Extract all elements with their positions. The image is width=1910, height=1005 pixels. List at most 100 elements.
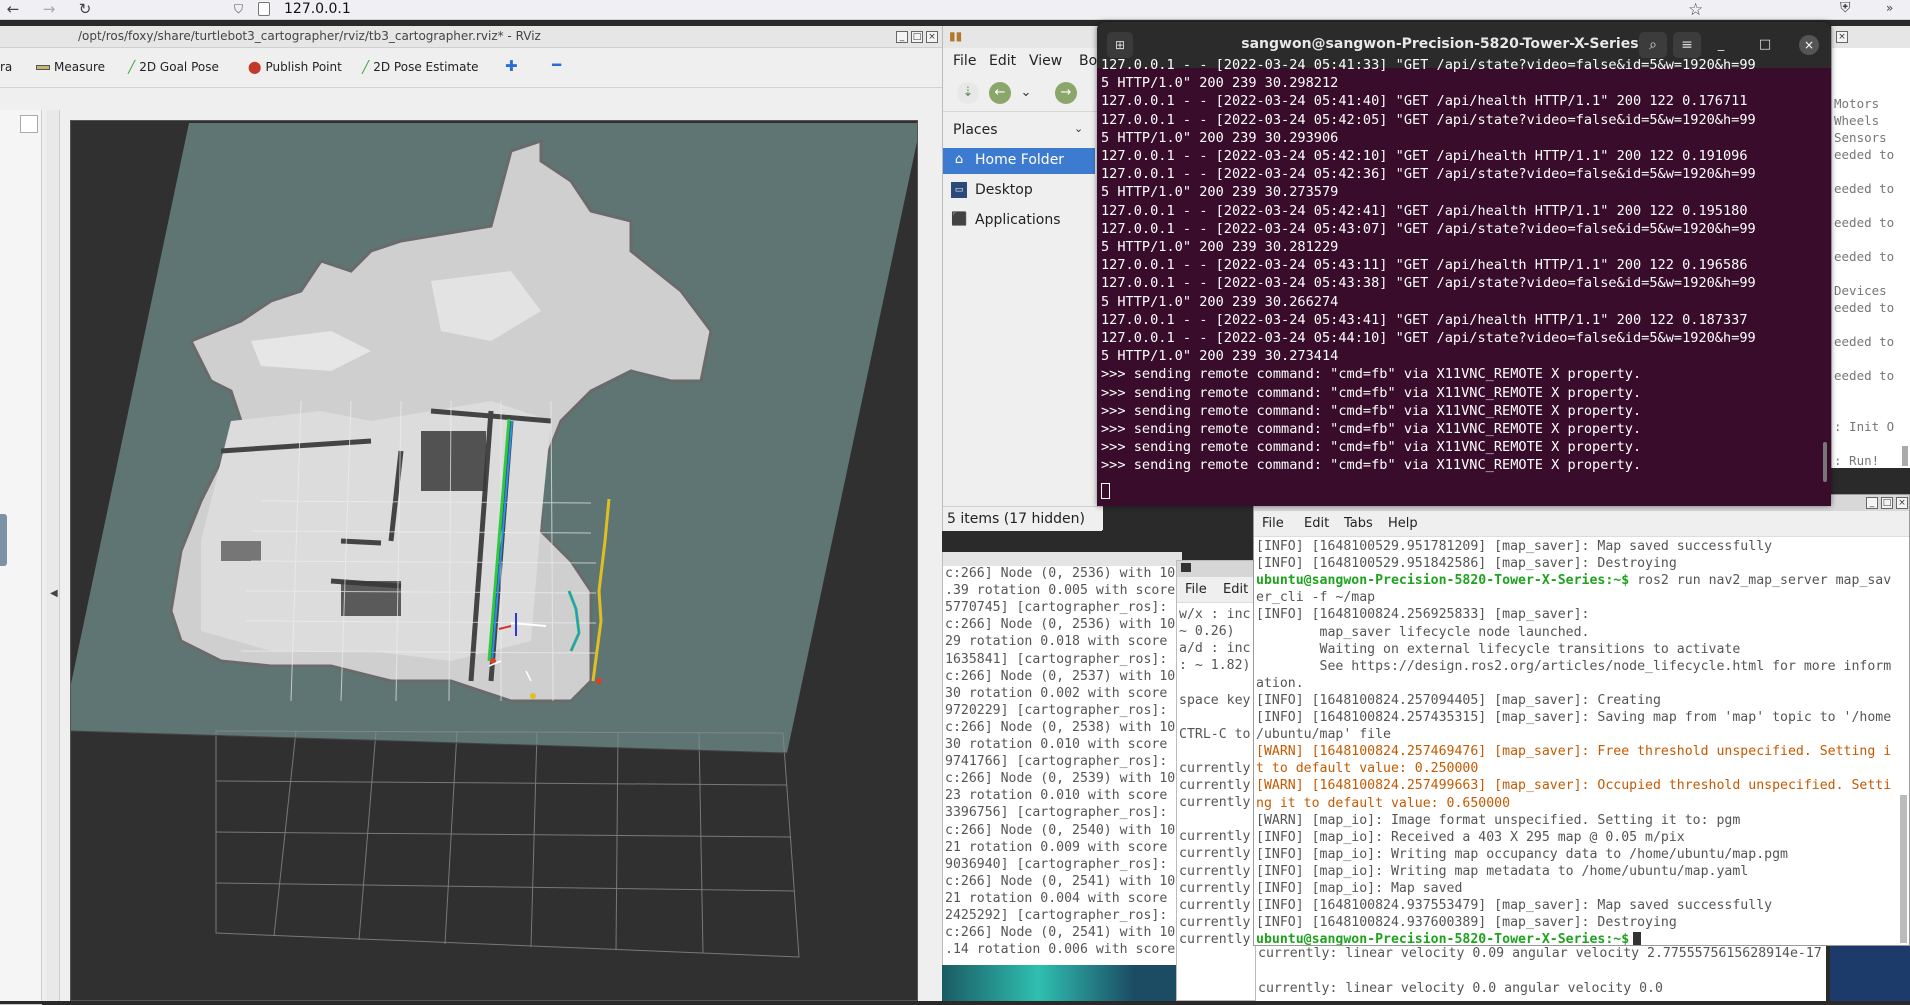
tool-publish-point[interactable]: ⬤ Publish Point — [248, 60, 342, 74]
hamburger-menu-icon[interactable]: ≡ — [1673, 32, 1701, 58]
scrollbar[interactable] — [1900, 795, 1907, 943]
map-saver-terminal[interactable]: _ □ × File Edit Tabs Help [INFO] [164810… — [1253, 494, 1910, 946]
panel-checkbox[interactable] — [20, 115, 38, 133]
log-line: eeded to — [1834, 181, 1895, 196]
panel-tab[interactable] — [0, 514, 7, 566]
back-icon[interactable]: ← — [2, 0, 24, 20]
collapse-arrow-icon[interactable]: ◀ — [50, 588, 58, 599]
log-line: eeded to — [1834, 300, 1895, 315]
new-tab-icon[interactable]: ⊞ — [1107, 32, 1133, 58]
log-line: : ~ 1.82) — [1179, 658, 1251, 674]
places-item-desktop[interactable]: ▭ Desktop — [943, 178, 1095, 204]
places-item-home[interactable]: ⌂ Home Folder — [943, 148, 1095, 174]
menu-tabs[interactable]: Tabs — [1344, 516, 1373, 531]
log-line: See https://design.ros2.org/articles/nod… — [1256, 658, 1892, 674]
menu-edit[interactable]: Edit — [989, 53, 1016, 69]
tool-2d-pose-estimate[interactable]: ╱ 2D Pose Estimate — [362, 60, 479, 74]
tool-measure[interactable]: Measure — [36, 60, 105, 74]
log-line: a/d : inc — [1179, 641, 1251, 657]
page-icon — [258, 2, 270, 16]
shield-icon[interactable]: ⛉ — [234, 2, 243, 17]
log-line: c:266] Node (0, 2536) with 100 poi — [945, 566, 1182, 581]
menu-file[interactable]: File — [1262, 516, 1284, 531]
menu-help[interactable]: Help — [1388, 516, 1418, 531]
url-bar[interactable]: 127.0.0.1 — [284, 1, 351, 17]
log-line: CTRL-C to — [1179, 726, 1251, 742]
rviz-right-edge — [918, 110, 942, 1001]
ubuntu-terminal[interactable]: ⊞ sangwon@sangwon-Precision-5820-Tower-X… — [1097, 22, 1831, 506]
places-item-applications[interactable]: ⬛ Applications — [943, 208, 1095, 234]
tool-pose-label: 2D Pose Estimate — [373, 60, 479, 74]
search-icon[interactable]: ⌕ — [1639, 32, 1667, 58]
places-header[interactable]: Places ⌄ — [943, 118, 1091, 142]
history-chevron-icon[interactable]: ⌄ — [1015, 82, 1037, 104]
remove-tool-icon[interactable]: ━ — [552, 56, 561, 74]
ruler-icon — [36, 65, 50, 70]
menu-view[interactable]: View — [1029, 53, 1062, 69]
log-line: currently — [1179, 846, 1251, 862]
add-tool-icon[interactable]: ✚ — [505, 57, 518, 75]
rviz-3d-view[interactable] — [70, 120, 918, 1001]
teleop-terminal[interactable]: File Edit w/x : inc ~ 0.26) a/d : inc: ~ … — [1176, 560, 1256, 1001]
scrollbar[interactable] — [1902, 446, 1908, 466]
log-line: .14 rotation 0.006 with score — [945, 942, 1176, 958]
menu-bookmarks[interactable]: Bo — [1079, 53, 1097, 69]
tool-camera[interactable]: ra — [0, 60, 12, 74]
close-icon[interactable]: × — [1896, 497, 1908, 509]
log-line: 21 rotation 0.009 with score — [945, 839, 1168, 855]
close-icon[interactable]: × — [1799, 35, 1819, 55]
panel-splitter[interactable] — [46, 110, 60, 1001]
rviz-toolbar: ra Measure ╱ 2D Goal Pose ⬤ Publish Point … — [0, 48, 942, 88]
forward-nav-icon[interactable]: → — [1055, 82, 1077, 104]
places-item-label: Applications — [975, 212, 1061, 228]
minimize-icon[interactable]: _ — [1866, 497, 1878, 509]
tool-2d-goal-pose[interactable]: ╱ 2D Goal Pose — [128, 60, 219, 74]
back-nav-icon[interactable]: ← — [989, 82, 1011, 104]
teleop-titlebar — [1177, 561, 1255, 577]
pocket-icon[interactable]: ⛨ — [1840, 0, 1851, 16]
cartographer-terminal[interactable]: c:266] Node (0, 2536) with 100 poi .39 ro… — [942, 552, 1182, 1001]
log-line: >>> sending remote command: "cmd=fb" via… — [1101, 384, 1642, 401]
file-manager-titlebar: ▮▮ — [943, 26, 1103, 48]
maximize-icon[interactable]: □ — [911, 31, 923, 43]
forward-icon[interactable]: → — [38, 0, 60, 20]
menu-file[interactable]: File — [953, 53, 976, 69]
minimize-icon[interactable]: _ — [1711, 35, 1731, 55]
log-line: ~ 0.26) — [1179, 624, 1235, 640]
shell-command: ros2 run nav2_map_server map_sav — [1629, 573, 1892, 589]
menu-edit[interactable]: Edit — [1223, 582, 1248, 597]
log-line: eeded to — [1834, 334, 1895, 349]
log-line: 9720229] [cartographer_ros]: — [945, 702, 1168, 718]
desktop-wallpaper — [1830, 946, 1910, 1001]
robot-bringup-terminal[interactable]: × Motors Wheels Sensors eeded to eeded to eed… — [1831, 26, 1910, 468]
log-line: /ubuntu/map' file — [1256, 727, 1391, 743]
file-manager-toolbar: ⇣ ← ⌄ → — [943, 74, 1103, 112]
log-line: 127.0.0.1 - - [2022-03-24 05:42:05] "GET… — [1101, 111, 1756, 128]
log-line: 30 rotation 0.002 with score — [945, 685, 1168, 701]
minimize-icon[interactable]: _ — [896, 31, 908, 43]
log-line: w/x : inc — [1179, 607, 1251, 622]
menu-edit[interactable]: Edit — [1304, 516, 1329, 531]
log-line: ation. — [1256, 675, 1304, 691]
log-line: ng it to default value: 0.650000 — [1256, 795, 1511, 811]
desktop-wallpaper — [942, 965, 1182, 1001]
chevron-icon[interactable]: » — [1886, 1, 1893, 15]
close-icon[interactable]: × — [926, 31, 938, 43]
reload-icon[interactable]: ↻ — [74, 0, 96, 20]
new-folder-icon[interactable]: ⇣ — [957, 82, 979, 104]
log-line: currently — [1179, 931, 1251, 947]
menu-file[interactable]: File — [1185, 582, 1207, 597]
maximize-icon[interactable]: □ — [1881, 497, 1893, 509]
bookmark-star-icon[interactable]: ☆ — [1688, 0, 1703, 20]
maximize-icon[interactable]: □ — [1755, 35, 1775, 55]
chevron-down-icon[interactable]: ⌄ — [1074, 122, 1083, 135]
log-line: 127.0.0.1 - - [2022-03-24 05:42:10] "GET… — [1101, 148, 1748, 164]
log-line: >>> sending remote command: "cmd=fb" via… — [1101, 439, 1642, 456]
log-line: c:266] Node (0, 2539) with 10 — [945, 771, 1176, 787]
log-line: eeded to — [1834, 215, 1895, 230]
log-line: eeded to — [1834, 147, 1895, 162]
close-icon[interactable]: × — [1836, 31, 1848, 43]
terminal-titlebar: × — [1832, 26, 1910, 48]
scrollbar[interactable] — [1823, 442, 1827, 482]
log-line: c:266] Node (0, 2538) with 10 — [945, 719, 1176, 735]
